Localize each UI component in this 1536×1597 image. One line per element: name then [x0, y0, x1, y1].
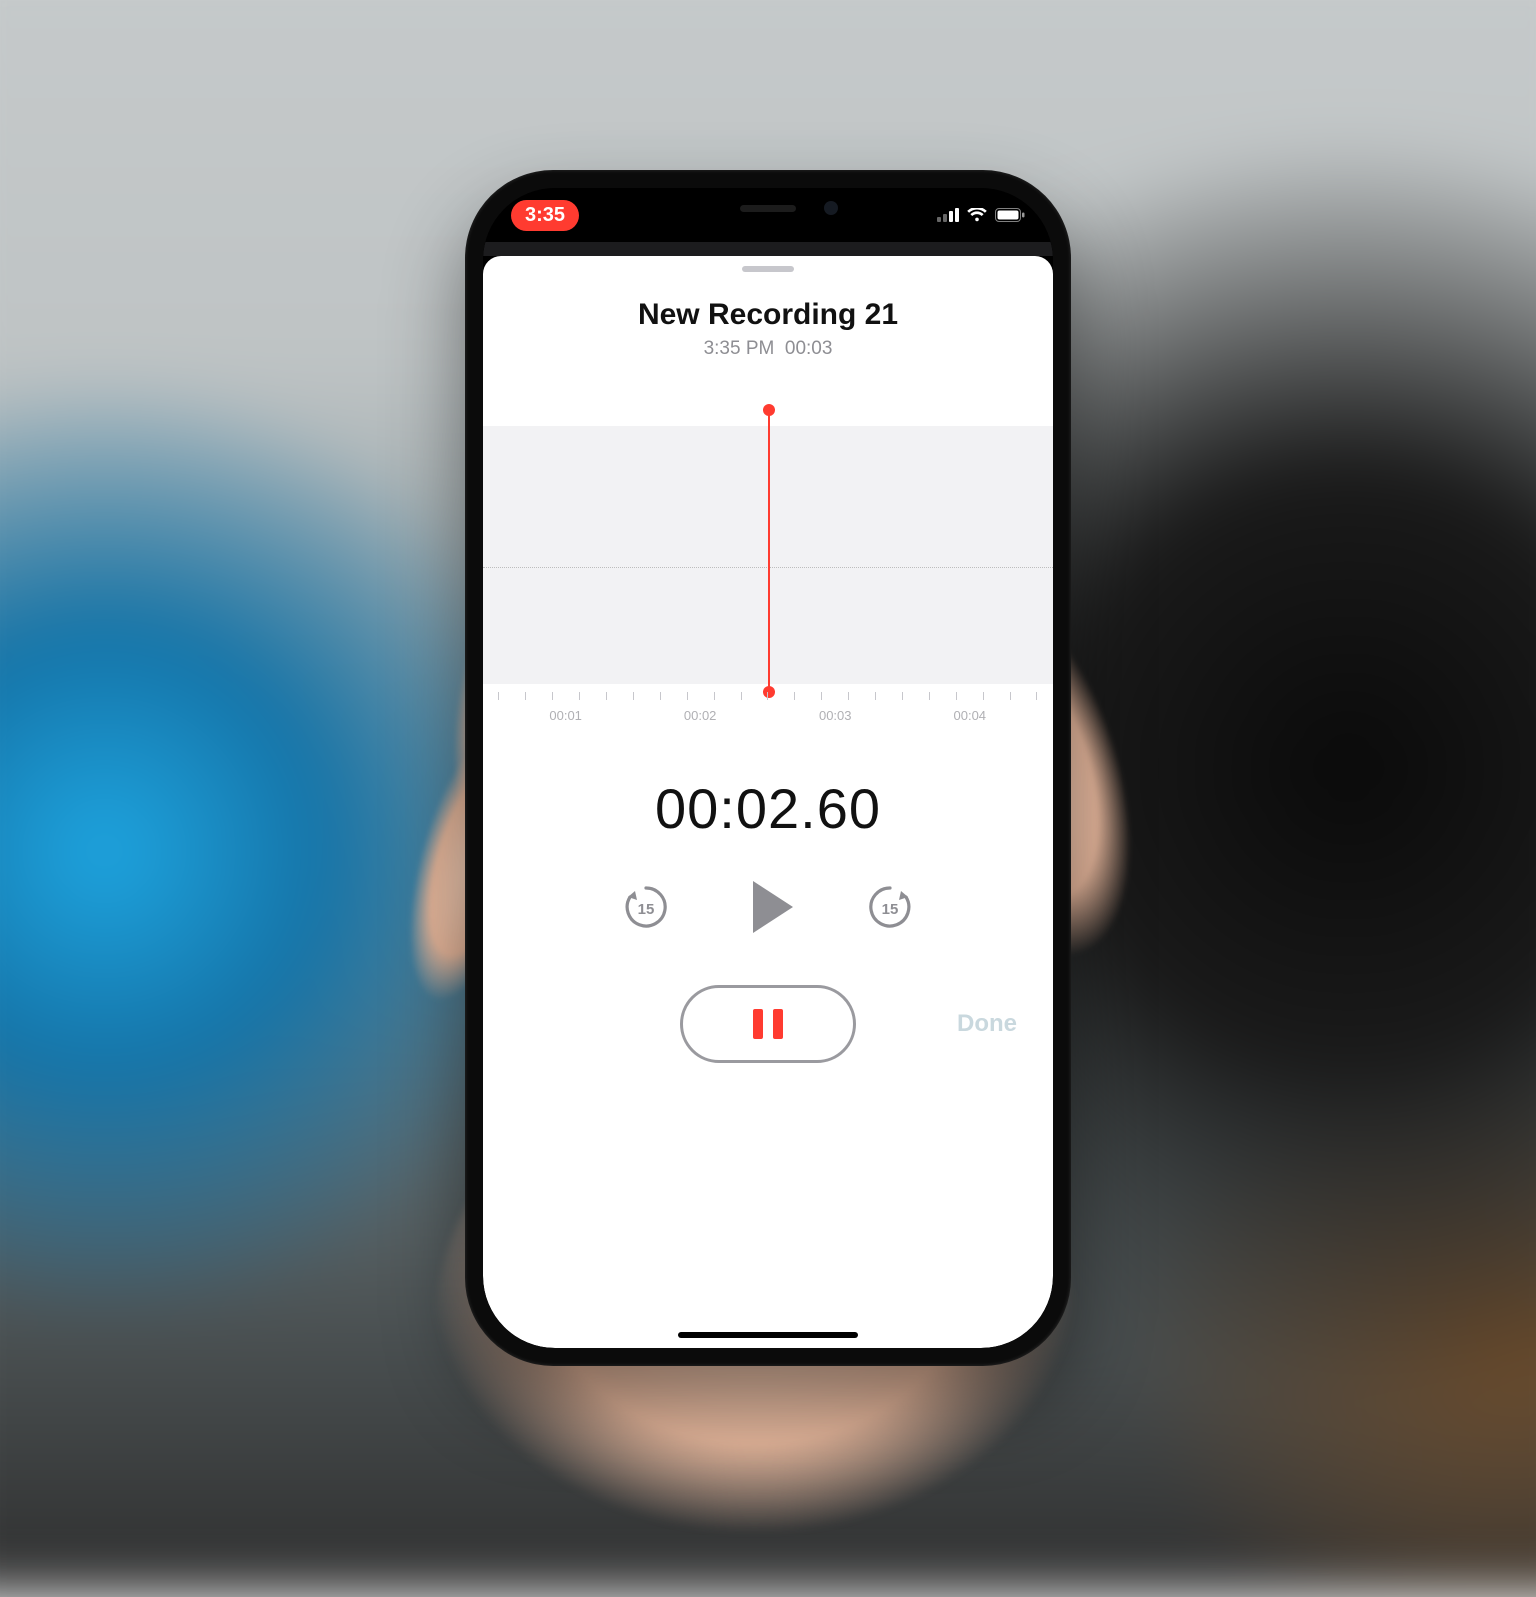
recording-title[interactable]: New Recording 21 — [483, 298, 1053, 332]
recording-subtitle: 3:35 PM 00:03 — [483, 338, 1053, 360]
skip-back-button[interactable]: 15 — [621, 882, 671, 932]
play-button[interactable] — [753, 881, 793, 933]
tick-label: 00:03 — [819, 708, 852, 723]
home-indicator[interactable] — [678, 1332, 858, 1338]
status-icons — [937, 208, 1025, 222]
wifi-icon — [967, 208, 987, 222]
tick-label: 00:04 — [953, 708, 986, 723]
recording-time-pill[interactable]: 3:35 — [511, 200, 579, 231]
tick-label: 00:02 — [684, 708, 717, 723]
pause-button[interactable] — [680, 985, 856, 1063]
speaker-grille — [740, 205, 796, 212]
cellular-icon — [937, 208, 959, 222]
phone-frame: 3:35 New Recording 21 3:35 PM 00:03 — [465, 170, 1071, 1366]
recording-duration: 00:03 — [785, 338, 833, 359]
pause-icon — [773, 1009, 783, 1039]
playhead-indicator[interactable] — [768, 410, 770, 692]
skip-back-amount: 15 — [621, 882, 671, 932]
sheet-grabber[interactable] — [742, 266, 794, 272]
skip-forward-button[interactable]: 15 — [865, 882, 915, 932]
tick-label: 00:01 — [549, 708, 582, 723]
done-button[interactable]: Done — [957, 1010, 1017, 1038]
status-time: 3:35 — [525, 204, 565, 227]
notch — [643, 188, 893, 228]
waveform-area[interactable]: 00:01 00:02 00:03 00:04 — [483, 402, 1053, 732]
elapsed-timer: 00:02.60 — [483, 776, 1053, 841]
timeline-ruler: 00:01 00:02 00:03 00:04 — [483, 692, 1053, 732]
recording-sheet: New Recording 21 3:35 PM 00:03 00:01 00:… — [483, 256, 1053, 1348]
recording-time: 3:35 PM — [704, 338, 775, 359]
transport-controls: 15 15 — [483, 881, 1053, 933]
battery-icon — [995, 208, 1025, 222]
phone-screen: 3:35 New Recording 21 3:35 PM 00:03 — [483, 188, 1053, 1348]
front-camera — [824, 201, 838, 215]
pause-icon — [753, 1009, 763, 1039]
skip-forward-amount: 15 — [865, 882, 915, 932]
